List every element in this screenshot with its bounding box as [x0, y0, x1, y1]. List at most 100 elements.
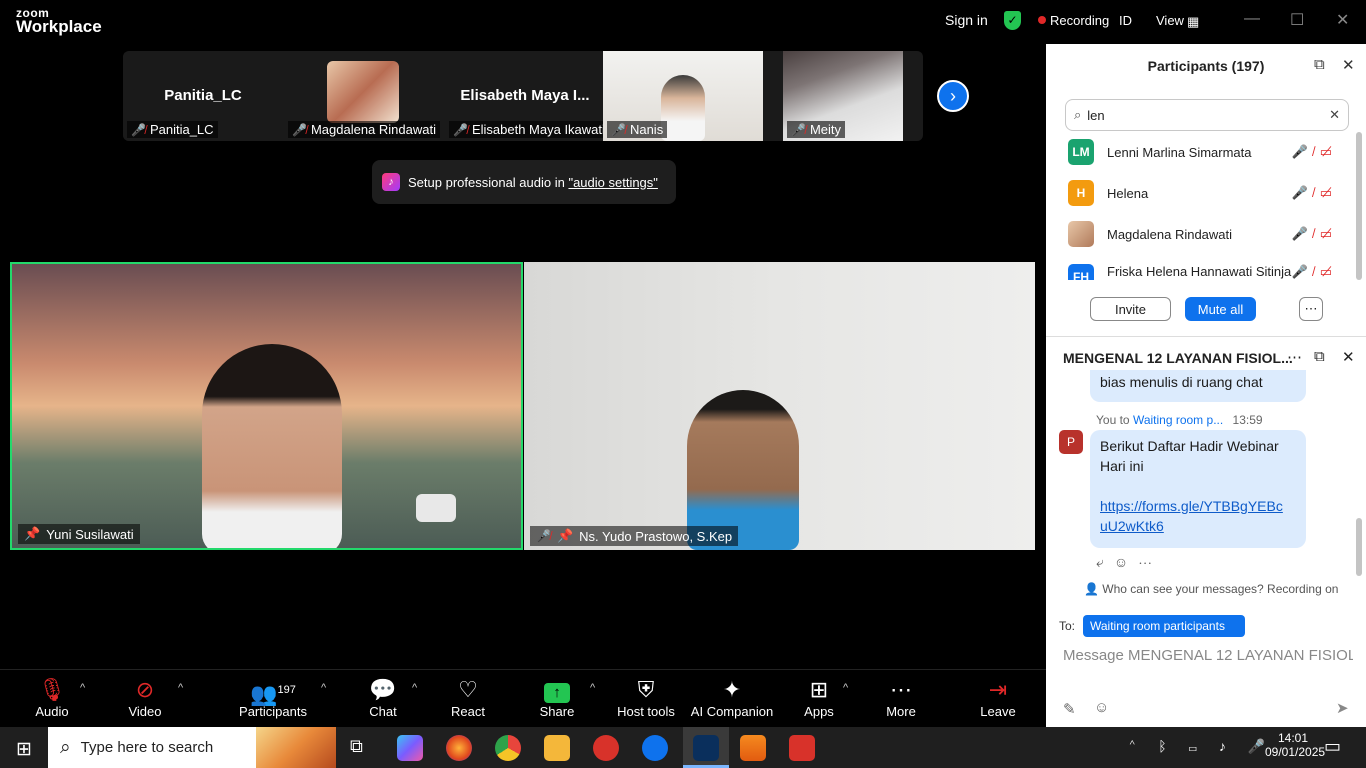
thumb-tile[interactable]: Elisabeth Maya I... 🎤̸ Elisabeth Maya Ika…: [445, 51, 609, 141]
mic-off-icon: 🎙: [38, 677, 66, 702]
search-input[interactable]: len: [1087, 108, 1323, 123]
participant-name: Lenni Marlina Simarmata: [1107, 144, 1252, 160]
mic-off-icon: 🎤̸: [536, 529, 551, 543]
video-caret-icon[interactable]: ^: [178, 682, 183, 694]
chat-button[interactable]: 💬 Chat: [364, 676, 402, 719]
system-tray[interactable]: ⌃ ᛒ ▭ ♪ 🎤: [1128, 738, 1274, 755]
recipient-link[interactable]: Waiting room p...: [1133, 413, 1223, 427]
participants-button[interactable]: 👥197 Participants: [236, 676, 310, 719]
chat-caret-icon[interactable]: ^: [412, 682, 417, 694]
title-bar: zoom Workplace Sign in ✓ Recording ID Vi…: [0, 0, 1366, 44]
view-button[interactable]: View: [1156, 13, 1184, 28]
form-link[interactable]: https://forms.gle/YTBBgYEBc: [1100, 496, 1296, 516]
sign-in-button[interactable]: Sign in: [945, 12, 988, 28]
participant-search[interactable]: ⌕ len ✕: [1065, 99, 1349, 131]
thumb-tile[interactable]: 🎤̸ Magdalena Rindawati: [284, 51, 444, 141]
ai-companion-button[interactable]: ✦ AI Companion: [690, 676, 774, 719]
share-button[interactable]: ↑ Share: [534, 676, 580, 719]
firefox-icon[interactable]: [446, 735, 472, 761]
video-tile-participant[interactable]: 🎤̸ 📌 Ns. Yudo Prastowo, S.Kep: [524, 262, 1035, 550]
wps-pdf-icon[interactable]: [789, 735, 815, 761]
thumb-name: Panitia_LC: [164, 87, 242, 104]
recipient-dropdown[interactable]: Waiting room participants ⌄: [1083, 615, 1245, 647]
audio-caret-icon[interactable]: ^: [80, 682, 85, 694]
wps-icon[interactable]: [593, 735, 619, 761]
thumb-tile[interactable]: Panitia_LC 🎤̸ Panitia_LC: [123, 51, 283, 141]
leave-button[interactable]: ⇥ Leave: [980, 676, 1016, 719]
participant-item[interactable]: H Helena 🎤̸▭̸: [1068, 179, 1338, 207]
apps-button[interactable]: ⊞ Apps: [800, 676, 838, 719]
notification-icon[interactable]: ▭: [1324, 736, 1341, 757]
taskbar-search-input[interactable]: Type here to search: [81, 739, 214, 756]
audio-toast: ♪ Setup professional audio in "audio set…: [372, 160, 676, 204]
popout-icon[interactable]: ⧉: [1314, 348, 1325, 365]
host-tools-button[interactable]: ⛨ Host tools: [614, 676, 678, 719]
invite-button[interactable]: Invite: [1090, 297, 1171, 321]
popout-icon[interactable]: ⧉: [1314, 56, 1325, 73]
participant-item[interactable]: LM Lenni Marlina Simarmata 🎤̸▭̸: [1068, 138, 1338, 166]
share-caret-icon[interactable]: ^: [590, 682, 595, 694]
form-link-cont[interactable]: uU2wKtk6: [1100, 516, 1296, 536]
search-highlight-image: [256, 727, 336, 768]
chat-title: MENGENAL 12 LAYANAN FISIOL...: [1063, 350, 1293, 366]
toast-text: Setup professional audio in "audio setti…: [408, 174, 658, 190]
vlc-icon[interactable]: [740, 735, 766, 761]
meeting-id[interactable]: ID: [1119, 13, 1132, 28]
heart-icon: ♡: [458, 677, 478, 702]
shield-icon[interactable]: ✓: [1004, 11, 1021, 30]
chrome-icon[interactable]: [495, 735, 521, 761]
audio-settings-link[interactable]: "audio settings": [568, 175, 657, 190]
more-button[interactable]: ⋯ More: [882, 676, 920, 719]
format-icon[interactable]: ✎: [1063, 700, 1076, 718]
participant-item[interactable]: FH Friska Helena Hannawati Sitinja... 🎤̸…: [1068, 260, 1338, 280]
close-icon[interactable]: ✕: [1336, 10, 1349, 30]
recording-status[interactable]: Recording: [1050, 13, 1109, 28]
close-icon[interactable]: ✕: [1342, 348, 1355, 366]
video-tile-speaker[interactable]: 📌 Yuni Susilawati: [10, 262, 523, 550]
more-options-button[interactable]: ⋯: [1299, 297, 1323, 321]
close-icon[interactable]: ✕: [1342, 56, 1355, 74]
to-label: To:: [1059, 619, 1076, 633]
windows-start-icon[interactable]: ⊞: [16, 738, 32, 761]
message-input[interactable]: Message MENGENAL 12 LAYANAN FISIOL...: [1063, 647, 1353, 664]
clear-icon[interactable]: ✕: [1329, 107, 1340, 123]
next-page-button[interactable]: ›: [937, 80, 969, 112]
chat-message-previous: bias menulis di ruang chat: [1090, 370, 1306, 402]
people-icon: 👤: [1084, 582, 1099, 596]
mute-all-button[interactable]: Mute all: [1185, 297, 1256, 321]
file-explorer-icon[interactable]: [544, 735, 570, 761]
send-icon[interactable]: ➤: [1336, 699, 1349, 717]
zoom-icon[interactable]: [642, 735, 668, 761]
maximize-icon[interactable]: ☐: [1290, 10, 1304, 30]
clock[interactable]: 14:01 09/01/2025: [1265, 731, 1325, 759]
copilot-icon[interactable]: [397, 735, 423, 761]
thumb-tile[interactable]: 🎤̸ Meity: [783, 51, 903, 141]
message-actions[interactable]: ⤶☺⋯: [1096, 554, 1162, 571]
video-button[interactable]: ⊘ Video: [122, 676, 168, 719]
active-app[interactable]: [683, 727, 729, 768]
chat-notice[interactable]: 👤 Who can see your messages? Recording o…: [1084, 582, 1338, 596]
more-icon[interactable]: ⋯: [1287, 348, 1302, 366]
avatar: FH: [1068, 264, 1094, 280]
apps-caret-icon[interactable]: ^: [843, 682, 848, 694]
task-view-icon[interactable]: ⧉: [350, 736, 363, 757]
taskbar-search[interactable]: ⌕ Type here to search: [48, 727, 336, 768]
grid-icon[interactable]: ▦: [1187, 14, 1199, 30]
music-note-icon: ♪: [382, 173, 400, 191]
share-icon: ↑: [534, 676, 580, 704]
chat-scrollbar[interactable]: [1356, 518, 1362, 576]
thumb-tile[interactable]: 🎤̸ Nanis: [603, 51, 763, 141]
mic-off-icon: 🎤̸: [791, 122, 806, 137]
participants-caret-icon[interactable]: ^: [321, 682, 326, 694]
video-off-icon: ⊘: [135, 677, 155, 702]
thumb-label: 🎤̸ Elisabeth Maya Ikawati: [449, 121, 609, 138]
participant-item[interactable]: Magdalena Rindawati 🎤̸▭̸: [1068, 220, 1338, 248]
audio-button[interactable]: 🎙 Audio: [30, 676, 74, 719]
exit-icon: ⇥: [988, 677, 1008, 702]
react-button[interactable]: ♡ React: [448, 676, 488, 719]
emoji-icon[interactable]: ☺: [1094, 699, 1109, 716]
mic-off-icon: 🎤̸: [292, 122, 307, 137]
mic-video-off-icons: 🎤̸▭̸: [1291, 226, 1338, 241]
minimize-icon[interactable]: —: [1244, 10, 1260, 28]
participants-scrollbar[interactable]: [1356, 132, 1362, 280]
